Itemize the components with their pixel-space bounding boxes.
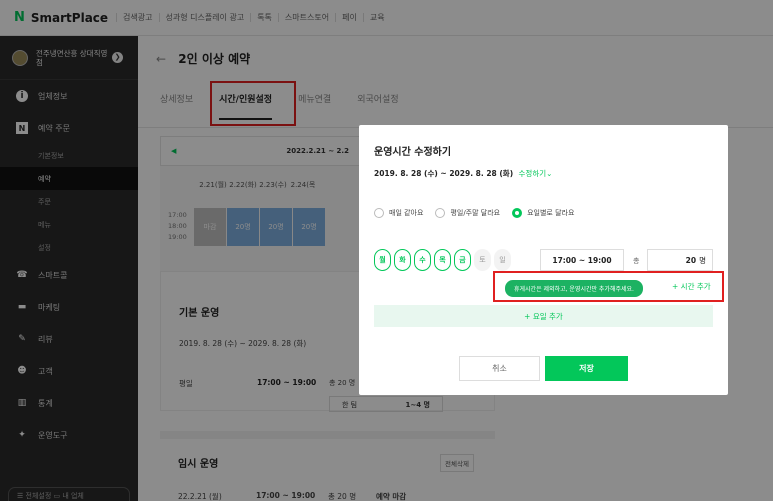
day-toggle-sun[interactable]: 일: [494, 249, 511, 271]
day-toggle-tue[interactable]: 화: [394, 249, 411, 271]
total-unit: 명: [699, 255, 706, 265]
edit-range-link[interactable]: 수정하기⌄: [519, 169, 553, 178]
day-toggle-wed[interactable]: 수: [414, 249, 431, 271]
total-label: 총: [633, 257, 640, 265]
radio-button[interactable]: [374, 208, 384, 218]
day-toggle-sat[interactable]: 토: [474, 249, 491, 271]
radio-weekday-weekend[interactable]: 평일/주말 달라요: [435, 208, 500, 218]
save-button[interactable]: 저장: [545, 356, 628, 381]
total-value: 20: [685, 255, 697, 265]
modal-date-range: 2019. 8. 28 (수) ~ 2029. 8. 28 (화) 수정하기⌄: [374, 168, 552, 179]
add-day-button[interactable]: + 요일 추가: [374, 305, 713, 327]
modal-title: 운영시간 수정하기: [374, 147, 452, 158]
radio-by-day[interactable]: 요일별로 달라요: [512, 208, 574, 218]
day-toggle-mon[interactable]: 월: [374, 249, 391, 271]
cancel-button[interactable]: 취소: [459, 356, 540, 381]
day-toggle-thu[interactable]: 목: [434, 249, 451, 271]
schedule-mode-radios: 매일 같아요 평일/주말 달라요 요일별로 달라요: [374, 208, 586, 218]
radio-label: 요일별로 달라요: [527, 209, 575, 217]
radio-label: 매일 같아요: [389, 209, 424, 217]
radio-button[interactable]: [512, 208, 523, 218]
radio-button[interactable]: [435, 208, 446, 218]
radio-same-daily[interactable]: 매일 같아요: [374, 208, 423, 218]
break-time-tooltip: 휴게시간은 제외하고, 운영시간만 추가해주세요.: [505, 280, 643, 297]
radio-label: 평일/주말 달라요: [450, 209, 501, 217]
add-time-button[interactable]: + 시간 추가: [672, 281, 711, 292]
time-range-select[interactable]: 17:00 ~ 19:00: [540, 249, 624, 271]
total-capacity-input[interactable]: 20 명: [647, 249, 713, 271]
modal-range-text: 2019. 8. 28 (수) ~ 2029. 8. 28 (화): [374, 169, 514, 178]
edit-hours-modal: 운영시간 수정하기 2019. 8. 28 (수) ~ 2029. 8. 28 …: [359, 125, 728, 395]
day-toggle-fri[interactable]: 금: [454, 249, 471, 271]
day-selector: 월 화 수 목 금 토 일: [374, 249, 514, 271]
